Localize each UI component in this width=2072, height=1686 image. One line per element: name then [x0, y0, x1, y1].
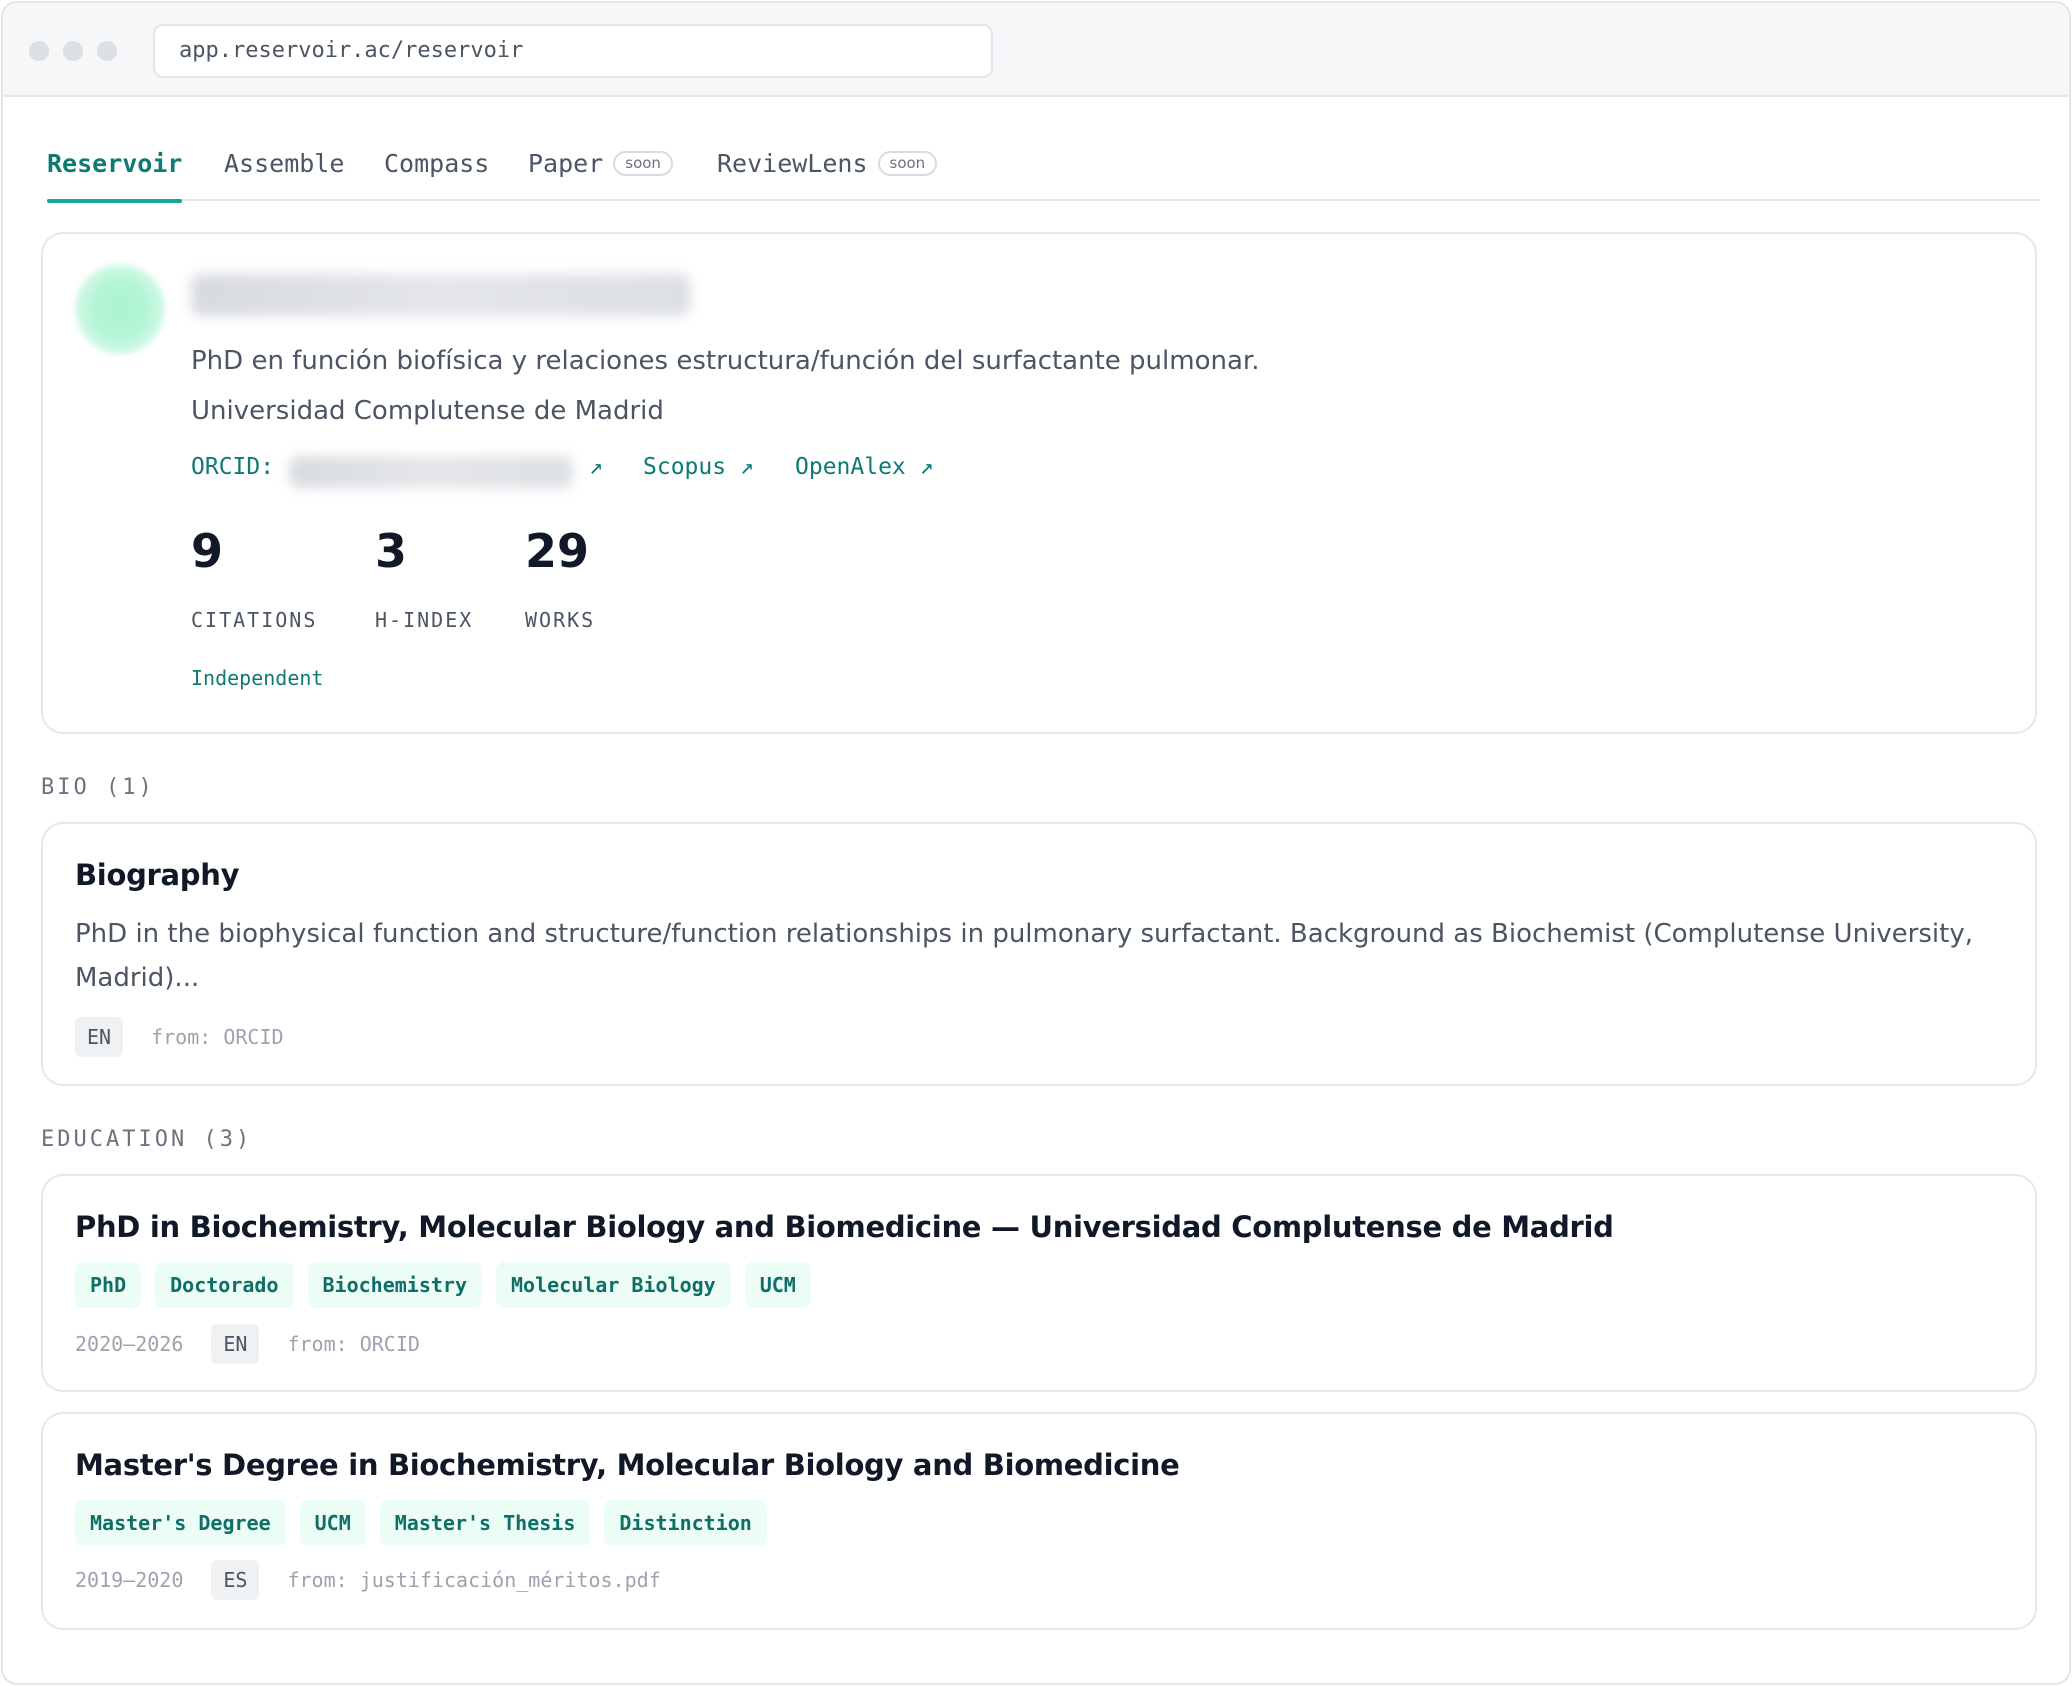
language-badge: ES: [211, 1560, 260, 1600]
h-index-value: 3: [375, 524, 408, 578]
h-index-label: H-INDEX: [375, 608, 474, 632]
education-tags: Master's Degree UCM Master's Thesis Dist…: [75, 1500, 767, 1546]
tab-label: Reservoir: [47, 149, 183, 178]
education-meta: 2020–2026 EN from: ORCID: [75, 1324, 420, 1364]
window-close-dot[interactable]: [29, 41, 49, 61]
tab-compass[interactable]: Compass: [384, 97, 489, 201]
education-section-label: EDUCATION (3): [41, 1127, 253, 1152]
orcid-link-arrow-icon[interactable]: ↗: [589, 454, 603, 480]
scopus-link[interactable]: Scopus ↗: [643, 454, 754, 480]
works-value: 29: [525, 524, 590, 578]
bio-meta: EN from: ORCID: [75, 1017, 284, 1057]
tab-label: Assemble: [224, 149, 345, 178]
language-badge: EN: [211, 1324, 260, 1364]
language-badge: EN: [75, 1017, 124, 1057]
redacted-name: [191, 274, 691, 316]
tag: Master's Degree: [75, 1500, 286, 1546]
profile-card: PhD en función biofísica y relaciones es…: [41, 232, 2037, 734]
date-range: 2020–2026: [75, 1332, 184, 1356]
education-title: PhD in Biochemistry, Molecular Biology a…: [75, 1210, 1614, 1244]
source-label: from: justificación_méritos.pdf: [287, 1568, 661, 1592]
soon-badge: soon: [877, 151, 938, 176]
tab-reservoir[interactable]: Reservoir: [47, 97, 183, 203]
redacted-orcid: [289, 456, 573, 488]
orcid-label: ORCID:: [191, 454, 275, 480]
bio-text: PhD in the biophysical function and stru…: [75, 919, 1973, 993]
affiliation-status: Independent: [191, 666, 324, 690]
title-bar: app.reservoir.ac/reservoir: [3, 3, 2069, 97]
window-maximize-dot[interactable]: [97, 41, 117, 61]
openalex-link[interactable]: OpenAlex ↗: [795, 454, 933, 480]
source-label: from: ORCID: [287, 1332, 420, 1356]
tab-reviewlens[interactable]: ReviewLens soon: [717, 97, 938, 201]
education-meta: 2019–2020 ES from: justificación_méritos…: [75, 1560, 661, 1600]
window-minimize-dot[interactable]: [63, 41, 83, 61]
tab-label: ReviewLens: [717, 149, 868, 178]
tag: Biochemistry: [307, 1262, 482, 1308]
education-tags: PhD Doctorado Biochemistry Molecular Bio…: [75, 1262, 811, 1308]
citations-value: 9: [191, 524, 224, 578]
tag: Master's Thesis: [379, 1500, 591, 1546]
avatar: [75, 264, 165, 354]
app-tab-bar: Reservoir Assemble Compass Paper soon Re…: [47, 97, 2039, 203]
tag: Molecular Biology: [496, 1262, 731, 1308]
citations-label: CITATIONS: [191, 608, 318, 632]
tab-label: Paper: [528, 149, 604, 178]
address-bar[interactable]: app.reservoir.ac/reservoir: [153, 24, 993, 78]
tag: UCM: [744, 1262, 811, 1308]
education-item: Master's Degree in Biochemistry, Molecul…: [41, 1412, 2037, 1630]
education-title: Master's Degree in Biochemistry, Molecul…: [75, 1448, 1180, 1482]
bio-title: Biography: [75, 858, 240, 892]
tab-label: Compass: [384, 149, 490, 178]
tag: Doctorado: [155, 1262, 294, 1308]
education-item: PhD in Biochemistry, Molecular Biology a…: [41, 1174, 2037, 1392]
tag: Distinction: [604, 1500, 767, 1546]
tab-assemble[interactable]: Assemble: [224, 97, 344, 201]
tag: UCM: [299, 1500, 366, 1546]
date-range: 2019–2020: [75, 1568, 184, 1592]
profile-description: PhD en función biofísica y relaciones es…: [191, 346, 1260, 376]
profile-institution: Universidad Complutense de Madrid: [191, 396, 664, 426]
bio-card: Biography PhD in the biophysical functio…: [41, 822, 2037, 1086]
source-label: from: ORCID: [151, 1025, 284, 1049]
tab-paper[interactable]: Paper soon: [528, 97, 673, 201]
bio-section-label: BIO (1): [41, 775, 155, 800]
browser-window: app.reservoir.ac/reservoir Reservoir Ass…: [1, 1, 2071, 1685]
tag: PhD: [75, 1262, 142, 1308]
soon-badge: soon: [613, 151, 673, 176]
works-label: WORKS: [525, 608, 596, 632]
